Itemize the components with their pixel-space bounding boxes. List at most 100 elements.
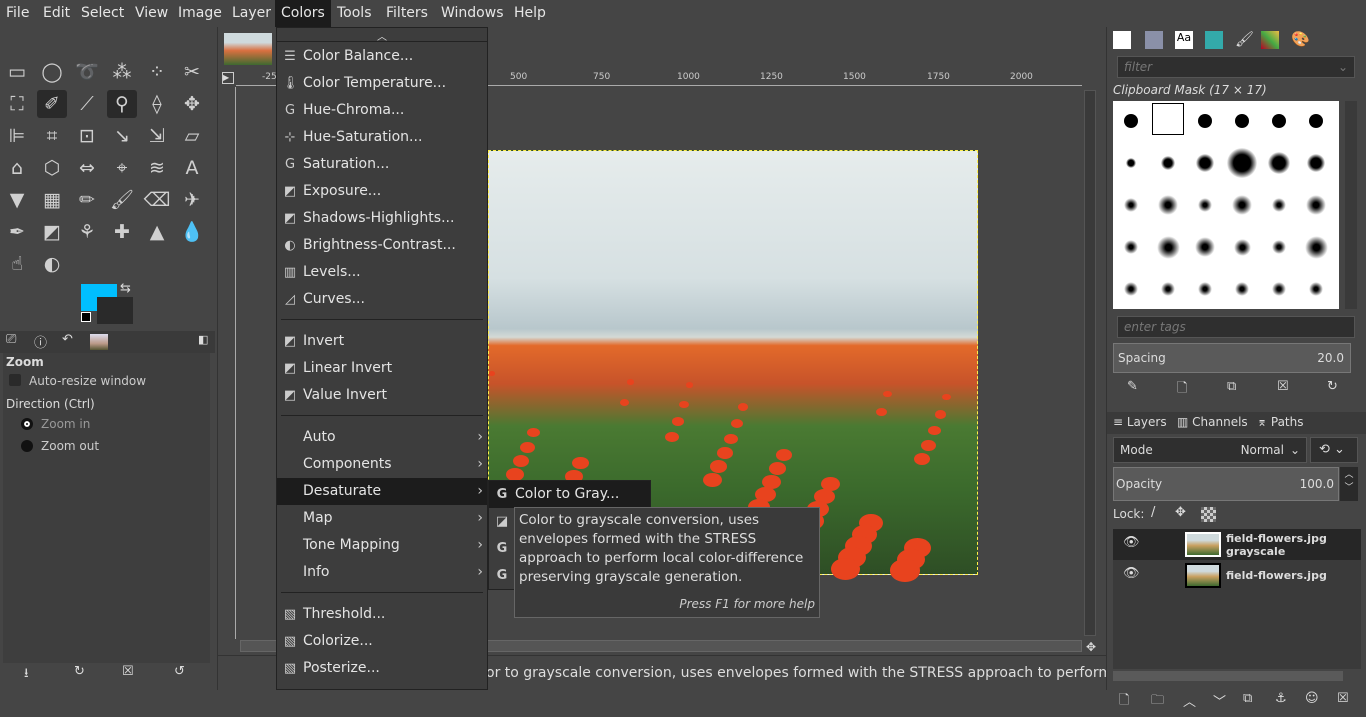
- menu-item-components[interactable]: Components ›: [277, 451, 487, 478]
- spacing-slider[interactable]: Spacing 20.0: [1113, 343, 1351, 373]
- paint-dynamics-tab-icon[interactable]: 🖌: [1235, 30, 1254, 48]
- color-picker-tool-icon[interactable]: ⟋: [72, 90, 102, 118]
- lock-alpha-icon[interactable]: [1201, 507, 1216, 522]
- vertical-scrollbar[interactable]: [1084, 90, 1096, 636]
- rotate-tool-icon[interactable]: ↘: [107, 122, 137, 150]
- anchor-layer-icon[interactable]: ⚓: [1275, 691, 1287, 706]
- brush-preview[interactable]: [1124, 114, 1138, 128]
- tags-input[interactable]: enter tags: [1117, 316, 1355, 338]
- brush-preview[interactable]: [1195, 237, 1215, 257]
- layers-scrollbar[interactable]: [1113, 671, 1343, 681]
- cage-tool-icon[interactable]: ⌖: [107, 154, 137, 182]
- brush-preview[interactable]: [1161, 156, 1175, 170]
- shear-tool-icon[interactable]: ▱: [177, 122, 207, 150]
- duplicate-brush-icon[interactable]: ⧉: [1227, 379, 1236, 394]
- move-tool-icon[interactable]: ✥: [177, 90, 207, 118]
- lock-pixels-icon[interactable]: /: [1151, 505, 1155, 520]
- images-tab-icon[interactable]: [1205, 31, 1223, 49]
- brush-preview[interactable]: [1161, 282, 1175, 296]
- menu-item-linear-invert[interactable]: ◩ Linear Invert: [277, 355, 487, 382]
- panel-menu-icon[interactable]: ◧: [198, 333, 208, 346]
- layer-row[interactable]: 👁 field-flowers.jpg grayscale: [1113, 529, 1361, 560]
- menu-item-shadows-highlights[interactable]: ◩ Shadows-Highlights...: [277, 205, 487, 232]
- menu-item-hue-saturation[interactable]: ⊹ Hue-Saturation...: [277, 124, 487, 151]
- image-tab-thumbnail[interactable]: [224, 33, 272, 65]
- edit-brush-icon[interactable]: ✎: [1127, 379, 1138, 394]
- menu-edit[interactable]: Edit: [37, 0, 76, 27]
- palettes-tab-icon[interactable]: [1261, 31, 1279, 49]
- menu-item-posterize[interactable]: ▧ Posterize...: [277, 655, 487, 682]
- smudge-tool-icon[interactable]: ☝: [2, 250, 32, 278]
- menu-item-colorize[interactable]: ▧ Colorize...: [277, 628, 487, 655]
- raise-layer-icon[interactable]: ︿: [1183, 691, 1196, 710]
- free-select-tool-icon[interactable]: ➰: [72, 58, 102, 86]
- brush-preview[interactable]: [1124, 198, 1138, 212]
- brush-preview[interactable]: [1124, 240, 1138, 254]
- menu-windows[interactable]: Windows: [435, 0, 510, 27]
- visibility-eye-icon[interactable]: 👁: [1123, 566, 1140, 581]
- dodge-burn-tool-icon[interactable]: ◐: [37, 250, 67, 278]
- menu-item-exposure[interactable]: ◩ Exposure...: [277, 178, 487, 205]
- menu-item-color-to-gray[interactable]: G Color to Gray...: [489, 481, 650, 508]
- brush-preview[interactable]: [1227, 148, 1257, 178]
- menu-item-levels[interactable]: ▥ Levels...: [277, 259, 487, 286]
- menu-file[interactable]: File: [0, 0, 35, 27]
- text-tool-icon[interactable]: A: [177, 154, 207, 182]
- menu-item-invert[interactable]: ◩ Invert: [277, 328, 487, 355]
- brush-preview[interactable]: [1268, 152, 1290, 174]
- palette-icon[interactable]: 🎨: [1291, 30, 1310, 48]
- foreground-select-tool-icon[interactable]: ⛶: [2, 90, 32, 118]
- scale-tool-icon[interactable]: ⇲: [142, 122, 172, 150]
- clone-tool-icon[interactable]: ⚘: [72, 218, 102, 246]
- menu-view[interactable]: View: [129, 0, 174, 27]
- heal-tool-icon[interactable]: ✚: [107, 218, 137, 246]
- delete-layer-icon[interactable]: ☒: [1337, 691, 1349, 706]
- quick-mask-toggle[interactable]: ▶: [222, 72, 234, 84]
- measure-tool-icon[interactable]: ⟠: [142, 90, 172, 118]
- menu-item-curves[interactable]: ◿ Curves...: [277, 286, 487, 313]
- zoom-out-radio[interactable]: [21, 440, 33, 452]
- brush-preview[interactable]: [1158, 195, 1178, 215]
- mypaint-tool-icon[interactable]: ◩: [37, 218, 67, 246]
- brush-grid[interactable]: [1113, 101, 1339, 309]
- paths-tool-icon[interactable]: ✐: [37, 90, 67, 118]
- menu-item-info[interactable]: Info ›: [277, 559, 487, 586]
- color-select-tool-icon[interactable]: ⁘: [142, 58, 172, 86]
- align-tool-icon[interactable]: ⊫: [2, 122, 32, 150]
- brush-preview[interactable]: [1304, 235, 1328, 259]
- add-mask-icon[interactable]: ☺: [1305, 691, 1319, 706]
- new-layer-group-icon[interactable]: 🗀: [1151, 691, 1164, 713]
- tab-channels[interactable]: ▥ Channels: [1177, 415, 1248, 429]
- undo-history-tab-icon[interactable]: ↶: [62, 332, 73, 347]
- ellipse-select-tool-icon[interactable]: ◯: [37, 58, 67, 86]
- delete-options-icon[interactable]: ☒: [122, 664, 134, 679]
- menu-item-threshold[interactable]: ▧ Threshold...: [277, 601, 487, 628]
- delete-brush-icon[interactable]: ☒: [1277, 379, 1289, 394]
- pencil-tool-icon[interactable]: ✏: [72, 186, 102, 214]
- swap-colors-icon[interactable]: ⇆: [120, 281, 131, 296]
- images-tab-icon[interactable]: [90, 334, 108, 350]
- scissors-tool-icon[interactable]: ✂: [177, 58, 207, 86]
- layer-row[interactable]: 👁 field-flowers.jpg: [1113, 560, 1361, 591]
- brush-preview[interactable]: [1306, 195, 1326, 215]
- brush-preview[interactable]: [1196, 154, 1214, 172]
- background-color[interactable]: [97, 297, 133, 324]
- menu-filters[interactable]: Filters: [380, 0, 434, 27]
- brush-preview[interactable]: [1309, 282, 1323, 296]
- menu-item-tone-mapping[interactable]: Tone Mapping ›: [277, 532, 487, 559]
- ink-tool-icon[interactable]: ✒: [2, 218, 32, 246]
- flip-tool-icon[interactable]: ⇔: [72, 154, 102, 182]
- composite-mode-dropdown[interactable]: ⟲ ⌄: [1310, 437, 1358, 463]
- tab-paths[interactable]: ⌆ Paths: [1257, 415, 1304, 429]
- brush-preview[interactable]: [1235, 282, 1249, 296]
- perspective-tool-icon[interactable]: ⌂: [2, 154, 32, 182]
- lock-position-icon[interactable]: ✥: [1175, 505, 1186, 520]
- device-status-tab-icon[interactable]: ⓘ: [34, 332, 47, 351]
- menu-item-color-temperature[interactable]: 🌡 Color Temperature...: [277, 70, 487, 97]
- brush-preview[interactable]: [1235, 114, 1249, 128]
- scroll-up-arrow[interactable]: ︿: [277, 28, 487, 43]
- auto-resize-checkbox[interactable]: [9, 374, 21, 386]
- menu-item-color-balance[interactable]: ☰ Color Balance...: [277, 43, 487, 70]
- refresh-brushes-icon[interactable]: ↻: [1327, 379, 1338, 394]
- brush-preview[interactable]: [1272, 282, 1286, 296]
